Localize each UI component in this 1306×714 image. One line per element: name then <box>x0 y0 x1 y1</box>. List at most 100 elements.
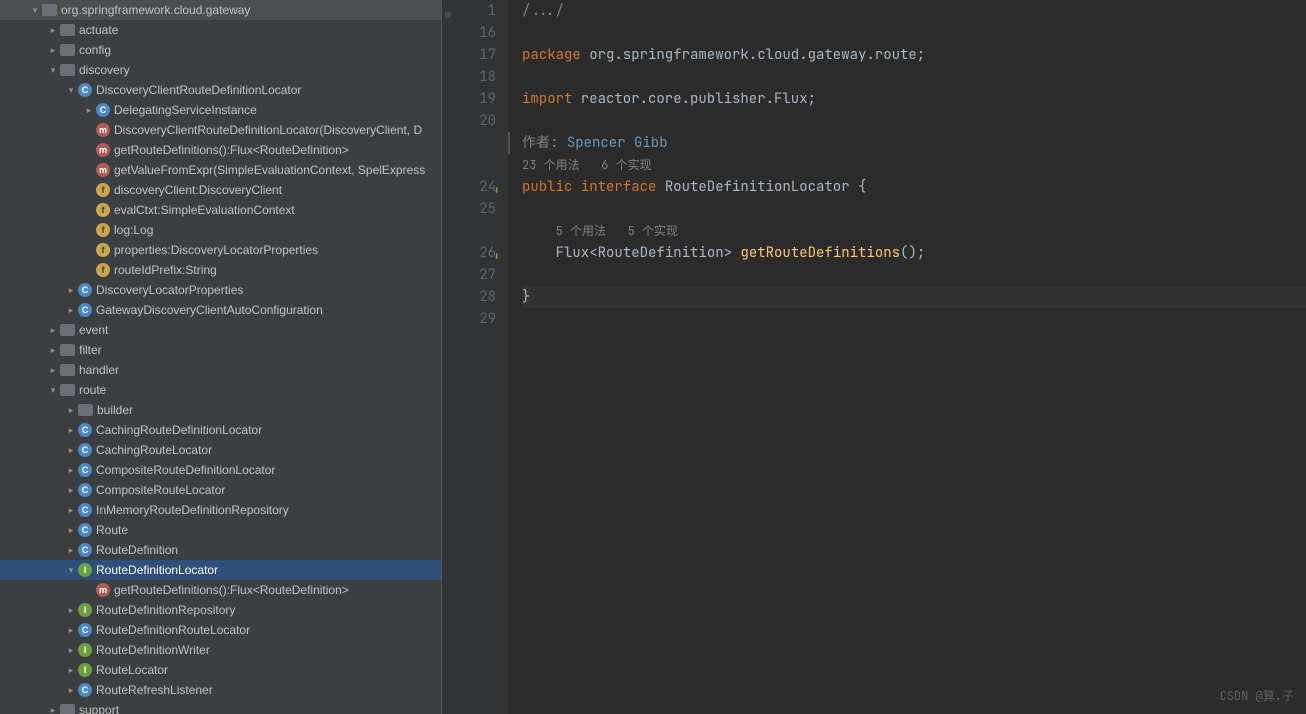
expand-arrow-icon[interactable]: ▸ <box>66 305 76 316</box>
tree-item[interactable]: ▾CDiscoveryClientRouteDefinitionLocator <box>0 80 441 100</box>
tree-item-label: DelegatingServiceInstance <box>114 103 257 117</box>
tree-item-label: InMemoryRouteDefinitionRepository <box>96 503 289 517</box>
import-path: reactor.core.publisher.Flux; <box>572 90 816 108</box>
expand-arrow-icon[interactable]: ▸ <box>48 45 58 56</box>
tree-item[interactable]: ▸CGatewayDiscoveryClientAutoConfiguratio… <box>0 300 441 320</box>
tree-item-label: evalCtxt:SimpleEvaluationContext <box>114 203 295 217</box>
tree-item[interactable]: ▸mgetRouteDefinitions():Flux<RouteDefini… <box>0 580 441 600</box>
field-icon: f <box>96 183 110 197</box>
folder-icon <box>78 404 93 416</box>
usage-hint[interactable]: 23 个用法 6 个实现 <box>522 157 652 173</box>
tree-item[interactable]: ▸mgetValueFromExpr(SimpleEvaluationConte… <box>0 160 441 180</box>
expand-arrow-icon[interactable]: ▾ <box>66 565 76 576</box>
expand-arrow-icon[interactable]: ▾ <box>48 65 58 76</box>
expand-arrow-icon[interactable]: ▸ <box>66 685 76 696</box>
method-icon: m <box>96 163 110 177</box>
tree-item[interactable]: ▸fdiscoveryClient:DiscoveryClient <box>0 180 441 200</box>
tree-item[interactable]: ▸actuate <box>0 20 441 40</box>
tree-item[interactable]: ▸CCachingRouteDefinitionLocator <box>0 420 441 440</box>
expand-arrow-icon[interactable]: ▸ <box>66 605 76 616</box>
expand-arrow-icon[interactable]: ▸ <box>84 105 94 116</box>
tree-item[interactable]: ▸CRouteDefinitionRouteLocator <box>0 620 441 640</box>
expand-arrow-icon[interactable]: ▸ <box>66 645 76 656</box>
author-label: 作者: <box>522 134 567 152</box>
project-tree[interactable]: ▾org.springframework.cloud.gateway▸actua… <box>0 0 442 714</box>
author-name: Spencer Gibb <box>567 134 668 152</box>
tree-item[interactable]: ▸mgetRouteDefinitions():Flux<RouteDefini… <box>0 140 441 160</box>
expand-arrow-icon[interactable]: ▸ <box>66 485 76 496</box>
tree-item[interactable]: ▸mDiscoveryClientRouteDefinitionLocator(… <box>0 120 441 140</box>
tree-item[interactable]: ▸flog:Log <box>0 220 441 240</box>
brace: { <box>858 178 866 196</box>
tree-item[interactable]: ▸frouteIdPrefix:String <box>0 260 441 280</box>
tree-item[interactable]: ▸CRoute <box>0 520 441 540</box>
tree-item[interactable]: ▸filter <box>0 340 441 360</box>
tree-item[interactable]: ▸IRouteLocator <box>0 660 441 680</box>
tree-item[interactable]: ▸IRouteDefinitionWriter <box>0 640 441 660</box>
keyword: package <box>522 46 581 64</box>
tree-item-label: CachingRouteLocator <box>96 443 212 457</box>
type: RouteDefinition <box>598 244 724 262</box>
expand-arrow-icon[interactable]: ▸ <box>66 405 76 416</box>
expand-arrow-icon[interactable]: ▸ <box>48 345 58 356</box>
tree-item[interactable]: ▾discovery <box>0 60 441 80</box>
tree-item[interactable]: ▸CCachingRouteLocator <box>0 440 441 460</box>
class-icon: C <box>78 463 92 477</box>
interface-icon: I <box>78 563 92 577</box>
tree-item[interactable]: ▸config <box>0 40 441 60</box>
expand-arrow-icon[interactable]: ▸ <box>66 285 76 296</box>
expand-arrow-icon[interactable]: ▸ <box>66 505 76 516</box>
code-editor[interactable]: ⊞1 16 17 18 19 20 24⬇ 25 26⬇ 27 28 29 /.… <box>442 0 1306 714</box>
tree-item[interactable]: ▾IRouteDefinitionLocator <box>0 560 441 580</box>
expand-arrow-icon[interactable]: ▸ <box>66 525 76 536</box>
tree-item[interactable]: ▸CRouteRefreshListener <box>0 680 441 700</box>
expand-arrow-icon[interactable]: ▸ <box>66 445 76 456</box>
tree-item-label: CachingRouteDefinitionLocator <box>96 423 262 437</box>
tree-item[interactable]: ▸event <box>0 320 441 340</box>
tree-item[interactable]: ▾org.springframework.cloud.gateway <box>0 0 441 20</box>
class-icon: C <box>78 283 92 297</box>
tree-item-label: CompositeRouteLocator <box>96 483 225 497</box>
line-number: 29 <box>442 308 496 330</box>
expand-arrow-icon[interactable]: ▾ <box>66 85 76 96</box>
tree-item[interactable]: ▾route <box>0 380 441 400</box>
class-icon: C <box>78 503 92 517</box>
tree-item[interactable]: ▸CDiscoveryLocatorProperties <box>0 280 441 300</box>
tree-item[interactable]: ▸handler <box>0 360 441 380</box>
tree-item[interactable]: ▸CCompositeRouteDefinitionLocator <box>0 460 441 480</box>
expand-arrow-icon[interactable]: ▸ <box>48 325 58 336</box>
fold-placeholder[interactable]: /.../ <box>522 2 564 20</box>
expand-arrow-icon[interactable]: ▸ <box>66 545 76 556</box>
tree-item[interactable]: ▸fproperties:DiscoveryLocatorProperties <box>0 240 441 260</box>
tree-item[interactable]: ▸CCompositeRouteLocator <box>0 480 441 500</box>
field-icon: f <box>96 243 110 257</box>
expand-arrow-icon[interactable]: ▸ <box>66 465 76 476</box>
tree-item[interactable]: ▸CRouteDefinition <box>0 540 441 560</box>
expand-arrow-icon[interactable]: ▾ <box>30 5 40 16</box>
interface-icon: I <box>78 663 92 677</box>
tree-item[interactable]: ▸fevalCtxt:SimpleEvaluationContext <box>0 200 441 220</box>
code-area[interactable]: /.../ package org.springframework.cloud.… <box>508 0 1306 714</box>
tree-item-label: builder <box>97 403 133 417</box>
expand-arrow-icon[interactable]: ▸ <box>66 625 76 636</box>
expand-arrow-icon[interactable]: ▸ <box>48 365 58 376</box>
tree-item[interactable]: ▸C InMemoryRouteDefinitionRepository <box>0 500 441 520</box>
class-icon: C <box>78 623 92 637</box>
line-number: 28 <box>442 286 496 308</box>
expand-arrow-icon[interactable]: ▸ <box>48 705 58 714</box>
line-number <box>442 220 496 242</box>
expand-arrow-icon[interactable]: ▾ <box>48 385 58 396</box>
tree-item[interactable]: ▸ support <box>0 700 441 714</box>
tree-item[interactable]: ▸ builder <box>0 400 441 420</box>
usage-hint[interactable]: 5 个用法 5 个实现 <box>556 223 678 239</box>
tree-item-label: support <box>79 703 119 714</box>
class-icon: C <box>78 543 92 557</box>
tree-item[interactable]: ▸CDelegatingServiceInstance <box>0 100 441 120</box>
line-number: 17 <box>442 44 496 66</box>
expand-arrow-icon[interactable]: ▸ <box>66 665 76 676</box>
expand-arrow-icon[interactable]: ▸ <box>66 425 76 436</box>
expand-arrow-icon[interactable]: ▸ <box>48 25 58 36</box>
package-path: org.springframework.cloud.gateway.route; <box>581 46 925 64</box>
class-icon: C <box>78 83 92 97</box>
tree-item[interactable]: ▸IRouteDefinitionRepository <box>0 600 441 620</box>
